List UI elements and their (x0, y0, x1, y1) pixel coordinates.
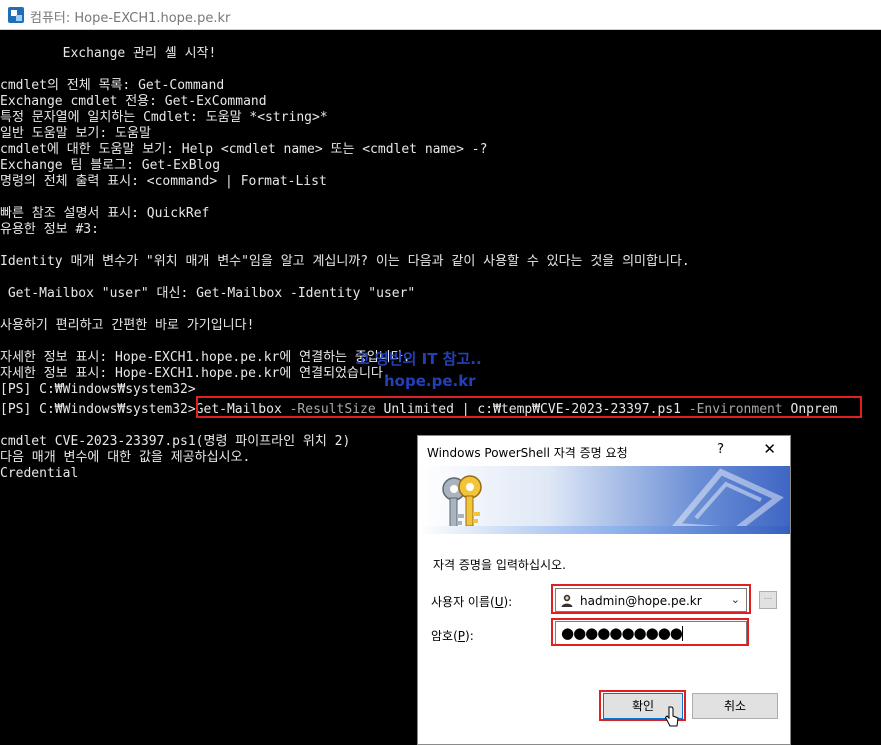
console-line: Exchange cmdlet 전용: Get-ExCommand (0, 94, 267, 109)
console-line: Exchange 팀 블로그: Get-ExBlog (0, 158, 221, 173)
console-line: Credential (0, 466, 79, 481)
banner-band (418, 526, 790, 534)
password-label: 암호(P): (431, 629, 474, 643)
cancel-button[interactable]: 취소 (692, 693, 778, 719)
command-prompt: [PS] C:₩Windows₩system32> (0, 402, 196, 417)
password-highlight-box (551, 618, 749, 646)
console-line: cmdlet에 대한 도움말 보기: Help <cmdlet name> 또는… (0, 142, 488, 157)
console-line: 자세한 정보 표시: Hope-EXCH1.hope.pe.kr에 연결되었습니… (0, 366, 391, 381)
console-line: 명령의 전체 출력 표시: <command> | Format-List (0, 174, 327, 189)
dialog-title: Windows PowerShell 자격 증명 요청 (427, 446, 628, 460)
username-label: 사용자 이름(U): (431, 595, 513, 609)
console-line: Get-Mailbox "user" 대신: Get-Mailbox -Iden… (0, 286, 416, 301)
close-button[interactable]: ✕ (763, 440, 776, 458)
security-deco-icon (669, 468, 784, 532)
console-line: Exchange 관리 셸 시작! (0, 46, 217, 61)
console-line: 다음 매개 변수에 대한 값을 제공하십시오. (0, 450, 251, 465)
remote-computer-icon (8, 7, 24, 23)
dialog-banner (418, 466, 790, 534)
keys-icon (442, 475, 482, 529)
command-highlight-box (196, 396, 862, 418)
dialog-titlebar: Windows PowerShell 자격 증명 요청 ? ✕ (418, 436, 790, 466)
console-line: 사용하기 편리하고 간편한 바로 가기입니다! (0, 318, 255, 333)
window-titlebar: 컴퓨터: Hope-EXCH1.hope.pe.kr (0, 0, 881, 30)
browse-credentials-button[interactable]: ... (759, 591, 777, 609)
window-title: 컴퓨터: Hope-EXCH1.hope.pe.kr (30, 11, 231, 26)
username-highlight-box (551, 584, 751, 614)
mouse-cursor-icon (664, 706, 679, 727)
console-line: 특정 문자열에 일치하는 Cmdlet: 도움말 *<string>* (0, 110, 328, 125)
console-line: 빠른 참조 설명서 표시: QuickRef (0, 206, 210, 221)
console-line: Identity 매개 변수가 "위치 매개 변수"임을 알고 계십니까? 이는… (0, 254, 690, 269)
console-line: 유용한 정보 #3: (0, 222, 99, 237)
dialog-message: 자격 증명을 입력하십시오. (433, 558, 566, 572)
credential-dialog: Windows PowerShell 자격 증명 요청 ? ✕ 자격 증명을 입… (417, 435, 791, 745)
console-line: [PS] C:₩Windows₩system32> (0, 382, 196, 397)
console-line: 자세한 정보 표시: Hope-EXCH1.hope.pe.kr에 연결하는 중… (0, 350, 411, 365)
console-line: cmdlet의 전체 목록: Get-Command (0, 78, 225, 93)
help-button[interactable]: ? (717, 442, 724, 457)
console-line: 일반 도움말 보기: 도움말 (0, 126, 151, 141)
console-line: cmdlet CVE-2023-23397.ps1(명령 파이프라인 위치 2) (0, 434, 351, 449)
